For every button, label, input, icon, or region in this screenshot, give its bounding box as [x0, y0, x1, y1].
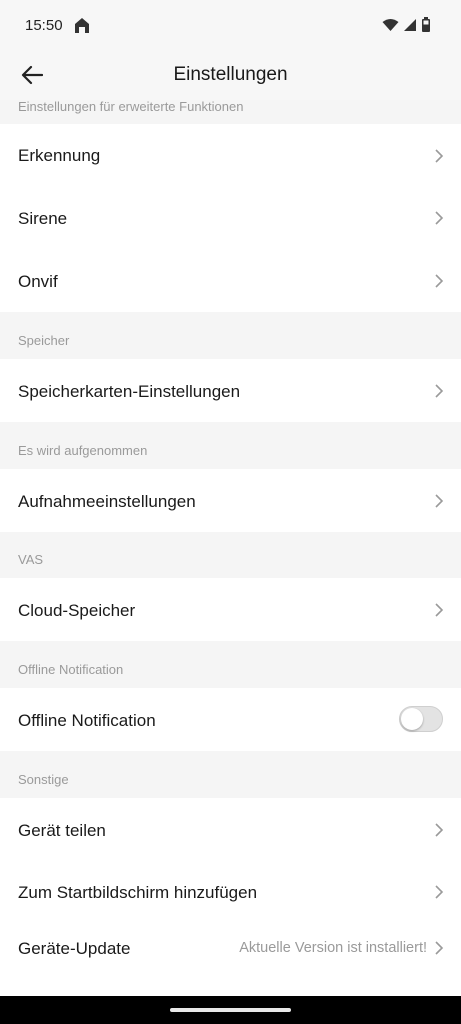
toggle-knob: [401, 708, 423, 730]
row-label: Geräte-Update: [18, 939, 131, 958]
row-share-device[interactable]: Gerät teilen: [0, 798, 461, 861]
section-recording: Es wird aufgenommen: [18, 443, 148, 458]
row-label: Onvif: [18, 272, 58, 291]
row-offline-notification: Offline Notification: [0, 688, 461, 751]
chevron-right-icon: [435, 603, 444, 617]
chevron-right-icon: [435, 211, 444, 225]
row-onvif[interactable]: Onvif: [0, 249, 461, 312]
row-add-homescreen[interactable]: Zum Startbildschirm hinzufügen: [0, 861, 461, 923]
app-header: Einstellungen: [0, 50, 461, 100]
status-icons: [382, 17, 431, 33]
row-label: Aufnahmeeinstellungen: [18, 492, 196, 511]
row-label: Sirene: [18, 209, 68, 228]
section-offline: Offline Notification: [18, 662, 124, 677]
chevron-right-icon: [435, 494, 444, 508]
chevron-right-icon: [435, 384, 444, 398]
signal-icon: [404, 19, 416, 31]
row-sdcard-settings[interactable]: Speicherkarten-Einstellungen: [0, 359, 461, 422]
row-record-settings[interactable]: Aufnahmeeinstellungen: [0, 469, 461, 532]
status-time: 15:50: [25, 17, 63, 34]
row-label: Gerät teilen: [18, 821, 106, 840]
battery-icon: [422, 17, 430, 32]
status-bar: 15:50: [0, 0, 461, 50]
section-other: Sonstige: [18, 772, 69, 787]
chevron-right-icon: [435, 274, 444, 288]
row-label: Offline Notification: [18, 711, 156, 730]
row-siren[interactable]: Sirene: [0, 187, 461, 249]
chevron-right-icon: [435, 941, 444, 955]
home-gesture-handle[interactable]: [170, 1008, 291, 1012]
section-storage: Speicher: [18, 333, 70, 348]
row-label: Zum Startbildschirm hinzufügen: [18, 883, 258, 902]
section-vas: VAS: [18, 552, 44, 567]
chevron-right-icon: [435, 149, 444, 163]
row-cloud-storage[interactable]: Cloud-Speicher: [0, 578, 461, 641]
section-advanced: Einstellungen für erweiterte Funktionen: [18, 99, 244, 114]
row-detection[interactable]: Erkennung: [0, 124, 461, 187]
wifi-icon: [382, 19, 399, 31]
row-label: Erkennung: [18, 146, 101, 165]
row-label: Cloud-Speicher: [18, 601, 136, 620]
update-status: Aktuelle Version ist installiert!: [239, 940, 427, 956]
system-nav-bar: [0, 996, 461, 1024]
offline-notification-toggle[interactable]: [399, 706, 443, 732]
row-label: Speicherkarten-Einstellungen: [18, 382, 241, 401]
page-title: Einstellungen: [173, 64, 288, 85]
home-icon: [75, 18, 89, 33]
row-device-update[interactable]: Geräte-Update Aktuelle Version ist insta…: [0, 923, 461, 979]
chevron-right-icon: [435, 885, 444, 899]
chevron-right-icon: [435, 823, 444, 837]
